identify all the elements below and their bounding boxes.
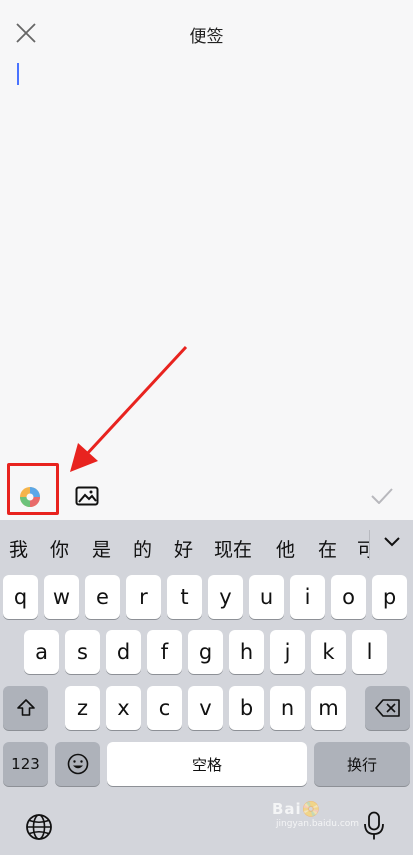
key-a[interactable]: a bbox=[24, 630, 59, 674]
key-u[interactable]: u bbox=[249, 575, 284, 619]
key-z[interactable]: z bbox=[65, 686, 100, 730]
key-r[interactable]: r bbox=[126, 575, 161, 619]
space-key[interactable]: 空格 bbox=[107, 742, 307, 786]
key-n[interactable]: n bbox=[270, 686, 305, 730]
emoji-key[interactable] bbox=[55, 742, 100, 786]
shift-icon bbox=[16, 699, 35, 716]
candidate-divider bbox=[369, 530, 370, 560]
key-c[interactable]: c bbox=[147, 686, 182, 730]
chevron-down-icon[interactable] bbox=[383, 536, 401, 548]
text-cursor[interactable] bbox=[17, 63, 19, 85]
key-v[interactable]: v bbox=[188, 686, 223, 730]
watermark-url: jingyan.baidu.com bbox=[276, 819, 360, 829]
key-p[interactable]: p bbox=[372, 575, 407, 619]
watermark-brand: Bai📀 bbox=[272, 800, 322, 818]
key-t[interactable]: t bbox=[167, 575, 202, 619]
key-b[interactable]: b bbox=[229, 686, 264, 730]
numbers-key[interactable]: 123 bbox=[3, 742, 48, 786]
key-h[interactable]: h bbox=[229, 630, 264, 674]
key-f[interactable]: f bbox=[147, 630, 182, 674]
candidate-word[interactable]: 他 bbox=[276, 535, 295, 562]
candidate-word[interactable]: 现在 bbox=[214, 535, 252, 562]
key-m[interactable]: m bbox=[311, 686, 346, 730]
key-x[interactable]: x bbox=[106, 686, 141, 730]
key-w[interactable]: w bbox=[44, 575, 79, 619]
candidate-word[interactable]: 在 bbox=[318, 535, 337, 562]
check-icon[interactable] bbox=[371, 488, 393, 504]
shift-key[interactable] bbox=[3, 686, 48, 730]
key-s[interactable]: s bbox=[65, 630, 100, 674]
return-key[interactable]: 换行 bbox=[314, 742, 410, 786]
candidate-word[interactable]: 是 bbox=[92, 535, 111, 562]
page-title: 便签 bbox=[189, 27, 224, 47]
candidate-word[interactable]: 你 bbox=[50, 535, 69, 562]
key-g[interactable]: g bbox=[188, 630, 223, 674]
annotation-arrow bbox=[70, 345, 188, 472]
candidate-word[interactable]: 可 bbox=[357, 535, 369, 562]
image-icon[interactable] bbox=[75, 486, 99, 506]
editor-toolbar bbox=[0, 462, 413, 520]
globe-icon[interactable] bbox=[25, 813, 53, 841]
key-o[interactable]: o bbox=[331, 575, 366, 619]
key-j[interactable]: j bbox=[270, 630, 305, 674]
mic-icon[interactable] bbox=[363, 811, 385, 841]
highlight-box bbox=[7, 463, 59, 515]
delete-icon bbox=[374, 699, 400, 717]
key-y[interactable]: y bbox=[208, 575, 243, 619]
candidate-word[interactable]: 我 bbox=[9, 535, 28, 562]
key-i[interactable]: i bbox=[290, 575, 325, 619]
delete-key[interactable] bbox=[365, 686, 410, 730]
watermark: Bai📀 jingyan.baidu.com bbox=[272, 800, 367, 832]
key-k[interactable]: k bbox=[311, 630, 346, 674]
candidate-word[interactable]: 好 bbox=[174, 535, 193, 562]
key-d[interactable]: d bbox=[106, 630, 141, 674]
key-e[interactable]: e bbox=[85, 575, 120, 619]
key-l[interactable]: l bbox=[352, 630, 387, 674]
emoji-icon bbox=[67, 753, 88, 775]
candidate-word[interactable]: 的 bbox=[133, 535, 152, 562]
key-q[interactable]: q bbox=[3, 575, 38, 619]
header-bar: 便签 bbox=[0, 0, 413, 64]
